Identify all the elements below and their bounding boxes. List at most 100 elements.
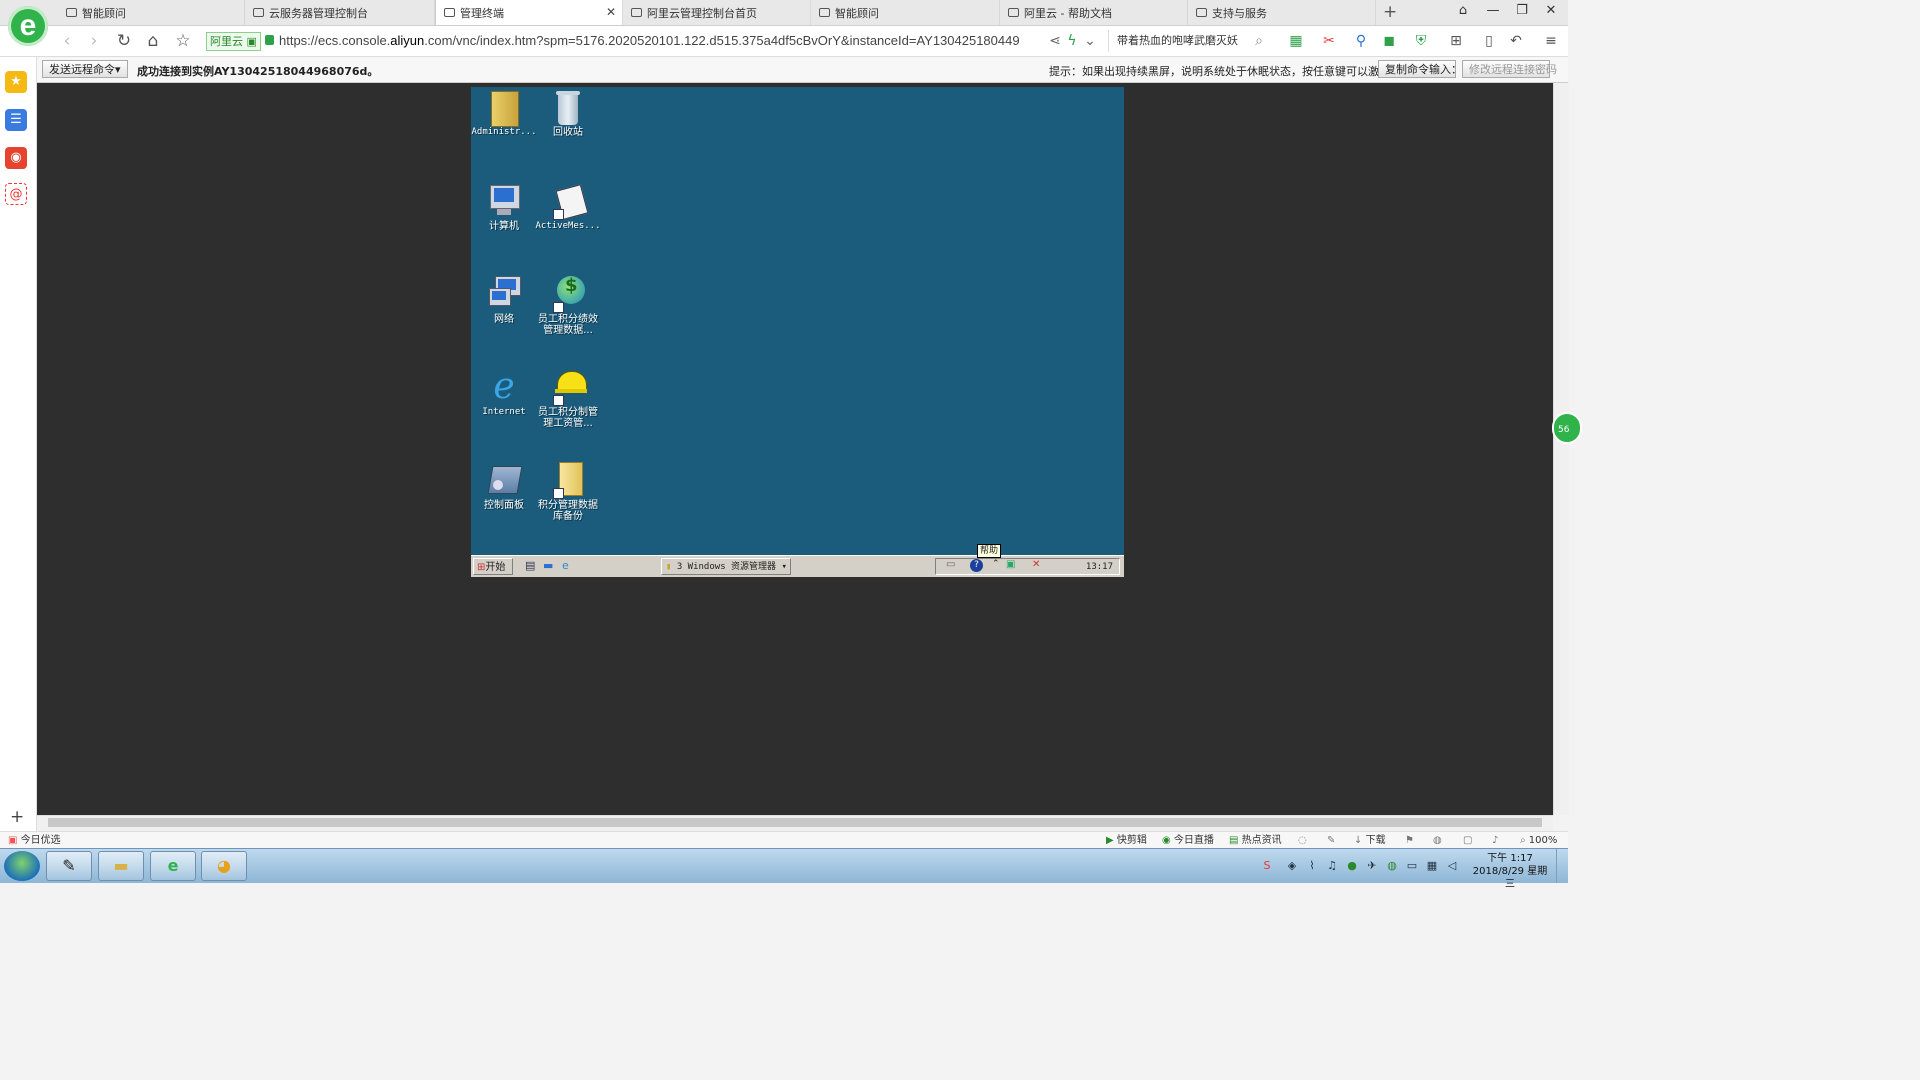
news-icon: ▤ [1229, 835, 1239, 846]
tab-smart-advisor-2[interactable]: 智能顾问 [811, 0, 1000, 25]
tray-360-icon[interactable]: ● [1345, 859, 1359, 873]
taskbar-app-chrome-icon[interactable]: ◕ [201, 851, 247, 881]
show-desktop-button[interactable] [1556, 849, 1569, 883]
add-icon[interactable]: + [10, 807, 24, 827]
sogou-input-icon[interactable]: S [1260, 859, 1274, 873]
gamepad-icon[interactable]: ◼ [1380, 32, 1398, 50]
back-icon[interactable]: ‹ [56, 31, 78, 51]
desktop-icon-network[interactable]: 网络 [471, 276, 537, 325]
refresh-icon[interactable]: ↻ [113, 31, 135, 51]
scissors-icon[interactable]: ✂ [1320, 32, 1338, 50]
tab-aliyun-home[interactable]: 阿里云管理控制台首页 [623, 0, 811, 25]
remote-system-tray: ▭ ? ⌃ ▣ ✕ 13:17 [935, 558, 1120, 575]
translate-icon[interactable]: ▦ [1287, 32, 1305, 50]
desktop-icon-recycle-bin[interactable]: 回收站 [535, 89, 601, 138]
tray-network-icon[interactable]: ▦ [1425, 859, 1439, 873]
speed-icon[interactable]: ◌ [1298, 833, 1307, 848]
live-today-button[interactable]: ◉ 今日直播 [1162, 833, 1214, 848]
tray-app-icon[interactable]: ◈ [1285, 859, 1299, 873]
close-tab-icon[interactable]: ✕ [606, 5, 616, 19]
printer-icon[interactable]: ▭ [946, 559, 955, 570]
server-manager-icon[interactable]: ▤ [525, 559, 535, 572]
network-status-icon[interactable]: ▣ [1006, 559, 1015, 570]
taskbar-app-notes-icon[interactable]: ✎ [46, 851, 92, 881]
change-password-button[interactable]: 修改远程连接密码 [1462, 60, 1557, 78]
volume-muted-icon[interactable]: ✕ [1032, 559, 1040, 570]
clean-icon[interactable]: ◍ [1433, 833, 1442, 848]
shield-icon[interactable]: ⛨ [1412, 32, 1430, 50]
copy-command-button[interactable]: 复制命令输入： [1378, 60, 1462, 78]
search-icon[interactable]: ⌕ [1250, 32, 1268, 50]
show-desktop-icon[interactable]: ▬ [543, 559, 553, 572]
help-icon[interactable]: ? [970, 559, 983, 572]
news-icon[interactable]: ☰ [5, 109, 27, 131]
tab-ecs-console[interactable]: 云服务器管理控制台 [245, 0, 435, 25]
favorites-icon[interactable]: ★ [5, 71, 27, 93]
share-icon[interactable]: ⋖ [1046, 32, 1064, 50]
download-button[interactable]: ↓ 下载 [1354, 833, 1386, 848]
email-icon[interactable]: @ [5, 183, 27, 205]
tray-volume-icon[interactable]: ◁ [1445, 859, 1459, 873]
undo-icon[interactable]: ↶ [1507, 32, 1525, 50]
taskbar-app-explorer-icon[interactable]: ▬ [98, 851, 144, 881]
chevron-down-icon[interactable]: ⌄ [1081, 32, 1099, 50]
search-text: 带着热血的咆哮武磨灭妖 [1117, 34, 1238, 47]
lightning-icon[interactable]: ϟ [1063, 32, 1081, 50]
desktop-icon-internet[interactable]: e Internet [471, 369, 537, 418]
menu-icon[interactable]: ≡ [1542, 32, 1560, 50]
desktop-icon-activemessenger[interactable]: ActiveMes... [535, 183, 601, 232]
sound-icon[interactable]: ♪ [1492, 833, 1498, 848]
desktop-icon-points-db-backup[interactable]: 积分管理数据库备份 [535, 462, 601, 522]
desktop-icon-label: 员工积分绩效管理数据... [538, 314, 598, 336]
forward-icon[interactable]: › [83, 31, 105, 51]
quick-ie-icon[interactable]: e [562, 559, 569, 572]
vertical-scrollbar[interactable] [1553, 83, 1569, 815]
site-badge[interactable]: 阿里云 ▣ [206, 32, 261, 51]
send-remote-command-button[interactable]: 发送远程命令▾ [42, 60, 128, 78]
hot-news-button[interactable]: ▤ 热点资讯 [1229, 833, 1282, 848]
tray-security-icon[interactable]: ◍ [1385, 859, 1399, 873]
horizontal-scrollbar-thumb[interactable] [48, 818, 1542, 827]
tray-display-icon[interactable]: ▭ [1405, 859, 1419, 873]
grid-apps-icon[interactable]: ⊞ [1447, 32, 1465, 50]
tab-smart-advisor-1[interactable]: 智能顾问 [58, 0, 245, 25]
tab-management-terminal[interactable]: 管理终端 ✕ [435, 0, 623, 25]
tray-tool-icon[interactable]: ✈ [1365, 859, 1379, 873]
taskbar-app-browser-icon[interactable]: e [150, 851, 196, 881]
remote-start-button[interactable]: ⊞开始 [473, 558, 513, 575]
tab-help-docs[interactable]: 阿里云 - 帮助文档 [1000, 0, 1188, 25]
bookmark-icon[interactable]: ▯ [1480, 32, 1498, 50]
browser-logo-icon[interactable]: e [8, 6, 48, 46]
url-input[interactable]: https://ecs.console.aliyun.com/vnc/index… [279, 32, 1059, 50]
desktop-icon-employee-points-performance[interactable]: $ 员工积分绩效管理数据... [535, 276, 601, 336]
desktop-icon-control-panel[interactable]: 控制面板 [471, 462, 537, 511]
tray-wifi-icon[interactable]: ⌇ [1305, 859, 1319, 873]
desktop-icon-administrator[interactable]: Administr... [471, 89, 537, 138]
close-window-icon[interactable]: ✕ [1538, 3, 1564, 21]
quick-clip-button[interactable]: ▶ 快剪辑 [1106, 833, 1147, 848]
remote-desktop[interactable]: Administr... 计算机 网络 e Internet 控制面板 回收站 … [471, 87, 1124, 555]
restore-icon[interactable]: ❐ [1509, 3, 1535, 21]
tab-support[interactable]: 支持与服务 [1188, 0, 1376, 25]
window-icon[interactable]: ▢ [1463, 833, 1472, 848]
floating-assistant-badge[interactable]: 56 [1552, 412, 1582, 444]
flag-icon[interactable]: ⚑ [1405, 833, 1414, 848]
weibo-icon[interactable]: ◉ [5, 147, 27, 169]
today-picks[interactable]: ▣ 今日优选 [8, 833, 61, 848]
remote-explorer-group-button[interactable]: ▮ 3 Windows 资源管理器 ▾ [661, 558, 791, 575]
desktop-icon-employee-points-salary[interactable]: 员工积分制管理工资管... [535, 369, 601, 429]
new-tab-button[interactable]: + [1383, 2, 1397, 22]
home-icon[interactable]: ⌂ [142, 31, 164, 51]
pin-icon[interactable]: ✎ [1327, 833, 1335, 848]
zoom-control[interactable]: ⌕ 100% [1520, 833, 1557, 848]
minimize-icon[interactable]: — [1480, 3, 1506, 21]
star-icon[interactable]: ☆ [172, 31, 194, 51]
expand-tray-icon[interactable]: ⌃ [992, 559, 1000, 569]
tray-bell-icon[interactable]: ♫ [1325, 859, 1339, 873]
shirt-skin-icon[interactable]: ⌂ [1450, 3, 1476, 21]
desktop-icon-computer[interactable]: 计算机 [471, 183, 537, 232]
windows-clock[interactable]: 下午 1:17 2018/8/29 星期三 [1470, 852, 1550, 891]
magnifier-icon[interactable]: ⚲ [1352, 32, 1370, 50]
windows-start-icon[interactable] [4, 851, 40, 881]
download-icon: ↓ [1354, 835, 1363, 846]
